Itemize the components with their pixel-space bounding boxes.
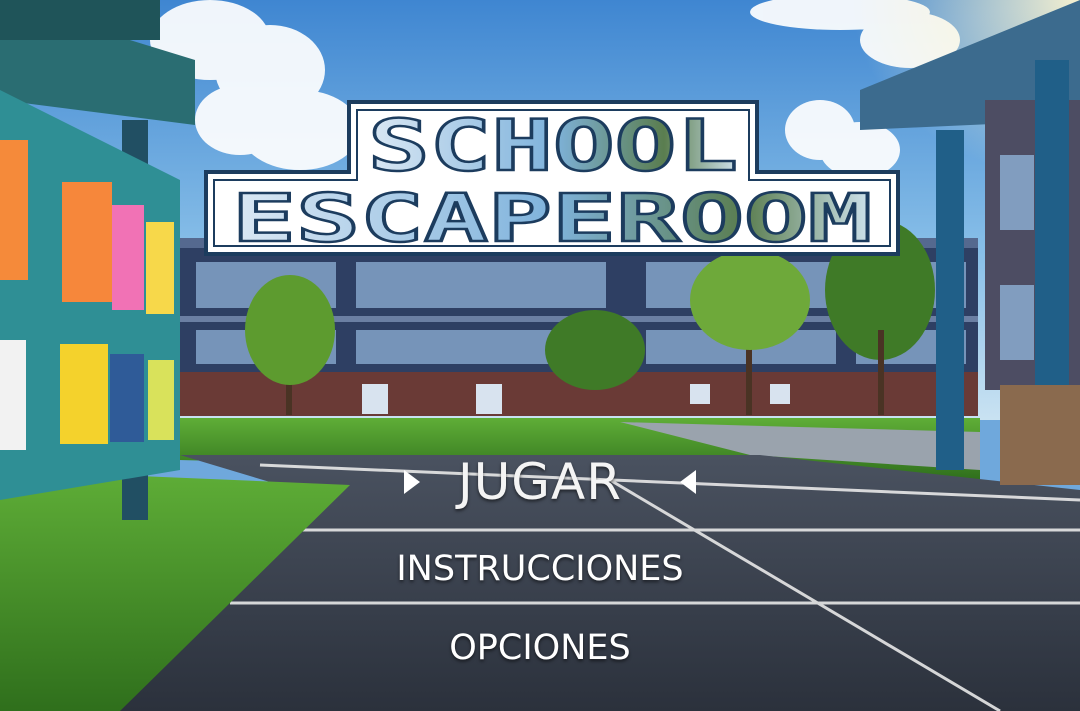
bulletin-board (0, 0, 195, 520)
options-button[interactable]: OPCIONES (0, 625, 1080, 671)
selector-left-arrow-icon (680, 470, 696, 494)
instructions-button[interactable]: INSTRUCCIONES (0, 546, 1080, 592)
background-scene (0, 0, 1080, 711)
play-button[interactable]: JUGAR (0, 450, 1080, 514)
